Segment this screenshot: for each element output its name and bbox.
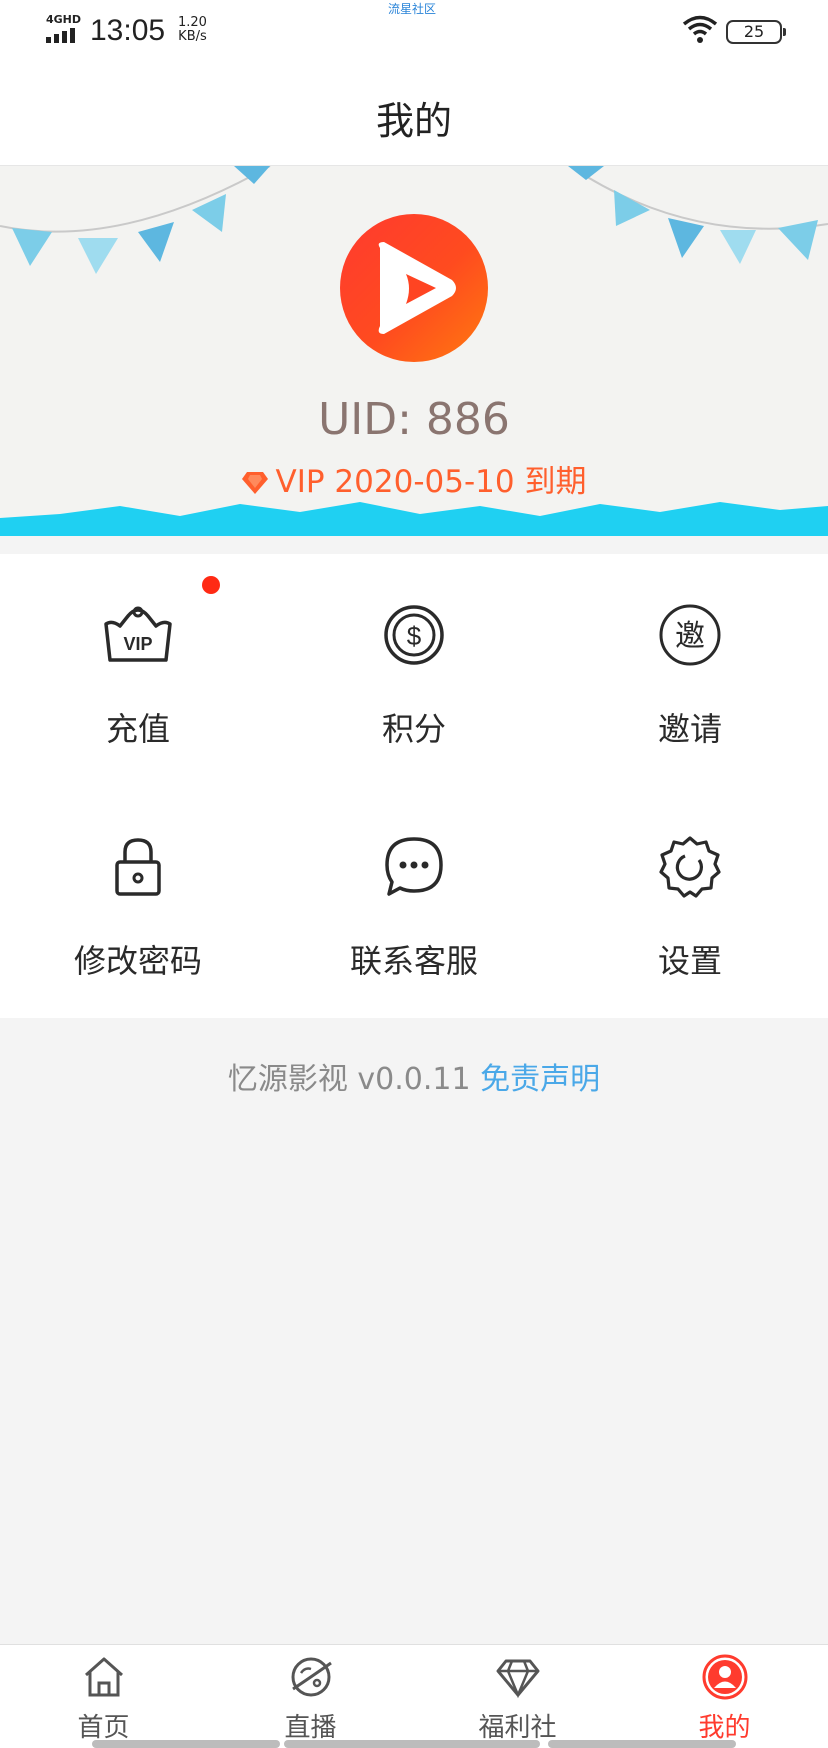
customer-service-item[interactable]: 联系客服 [276, 786, 552, 1018]
svg-text:邀: 邀 [675, 619, 705, 654]
tab-welfare-label: 福利社 [478, 1713, 557, 1743]
notification-dot [202, 576, 220, 594]
change-password-label: 修改密码 [73, 942, 202, 980]
status-bar: 4GHD 13:05 1.20 KB/s 流星社区 25 [0, 0, 828, 62]
tab-home[interactable]: 首页 [0, 1645, 207, 1748]
user-icon [702, 1654, 747, 1700]
invite-label: 邀请 [657, 710, 722, 748]
vip-crown-icon: VIP [104, 606, 172, 662]
watermark: 流星社区 [388, 2, 437, 16]
dollar-coin-icon: $ [384, 605, 444, 665]
home-indicator [92, 1740, 280, 1748]
invite-item[interactable]: 邀 邀请 [552, 554, 828, 786]
clock: 13:05 [90, 14, 166, 47]
diamond-icon [496, 1659, 539, 1699]
app-logo-icon [340, 214, 488, 362]
tab-welfare[interactable]: 福利社 [414, 1645, 621, 1748]
tab-live[interactable]: 直播 [207, 1645, 414, 1748]
invite-icon: 邀 [659, 604, 721, 666]
menu-grid: VIP 充值 $ 积分 邀 邀请 修改密码 联系客服 设置 [0, 554, 828, 1018]
page-title: 我的 [375, 99, 452, 143]
app-version: 忆源影视 v0.0.11 免责声明 [0, 1054, 828, 1098]
chat-icon [385, 837, 443, 896]
lock-icon [115, 838, 161, 896]
planet-icon [291, 1657, 332, 1697]
points-label: 积分 [381, 710, 446, 748]
svg-text:VIP: VIP [123, 634, 152, 654]
page-header: 我的 [0, 62, 828, 166]
profile-banner: UID: 886 VIP 2020-05-10 到期 [0, 166, 828, 536]
points-item[interactable]: $ 积分 [276, 554, 552, 786]
tab-home-label: 首页 [77, 1713, 130, 1743]
home-icon [84, 1657, 123, 1697]
version-text: 忆源影视 v0.0.11 [227, 1062, 481, 1097]
customer-service-label: 联系客服 [349, 942, 478, 980]
recharge-label: 充值 [105, 710, 170, 748]
network-speed: 1.20 KB/s [178, 16, 207, 44]
settings-label: 设置 [657, 942, 722, 980]
banner-wave [0, 502, 828, 536]
tab-live-label: 直播 [284, 1713, 337, 1743]
tab-mine-label: 我的 [698, 1713, 751, 1743]
disclaimer-link[interactable]: 免责声明 [480, 1062, 600, 1097]
user-uid: UID: 886 [318, 394, 510, 445]
speed-value: 1.20 [178, 15, 207, 30]
settings-item[interactable]: 设置 [552, 786, 828, 1018]
change-password-item[interactable]: 修改密码 [0, 786, 276, 1018]
recharge-item[interactable]: VIP 充值 [0, 554, 276, 786]
bottom-tab-bar: 首页 直播 福利社 我的 [0, 1644, 828, 1748]
home-indicator [284, 1740, 540, 1748]
svg-text:$: $ [407, 621, 422, 651]
speed-unit: KB/s [178, 29, 207, 44]
home-indicator [548, 1740, 736, 1748]
battery-icon: 25 [726, 20, 786, 44]
wifi-icon [682, 15, 718, 43]
gear-icon [659, 836, 721, 898]
signal-icon [46, 28, 75, 43]
network-type: 4GHD [46, 13, 82, 26]
tab-mine[interactable]: 我的 [621, 1645, 828, 1748]
